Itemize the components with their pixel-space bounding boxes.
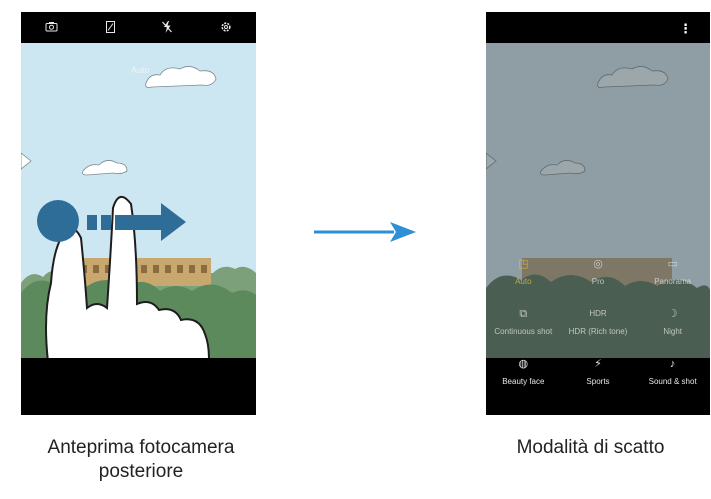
mode-panorama[interactable]: ▭ Panorama <box>635 257 710 302</box>
mode-label: HDR (Rich tone) <box>568 327 628 336</box>
mode-continuous-shot[interactable]: ⧉ Continuous shot <box>486 307 561 352</box>
mode-sound-shot[interactable]: ♪ Sound & shot <box>635 357 710 402</box>
more-options-icon[interactable]: ⋮ <box>679 21 692 37</box>
mode-label: Sound & shot <box>648 377 697 386</box>
shooting-mode-grid: ◳ Auto ◎ Pro ▭ Panorama ⧉ Continuous sho… <box>486 257 710 402</box>
settings-icon[interactable] <box>220 21 232 35</box>
auto-icon: ◳ <box>518 258 529 270</box>
mode-label: Auto <box>515 277 532 286</box>
mode-label: Beauty face <box>502 377 545 386</box>
mode-label: Sports <box>586 377 610 386</box>
beauty-face-icon: ◍ <box>518 358 529 370</box>
mode-night[interactable]: ☽ Night <box>635 307 710 352</box>
pro-icon: ◎ <box>593 258 603 270</box>
night-icon: ☽ <box>667 308 678 320</box>
mode-label: Pro <box>591 277 605 286</box>
mode-pro[interactable]: ◎ Pro <box>561 257 636 302</box>
hdr-icon: HDR <box>589 309 607 318</box>
mode-label: Panorama <box>654 277 692 286</box>
camera-switch-icon[interactable] <box>45 21 58 34</box>
mode-auto[interactable]: ◳ Auto <box>486 257 561 302</box>
rear-camera-preview-screen: Auto <box>21 12 256 415</box>
camera-bottom-bar <box>21 358 256 415</box>
camera-top-bar <box>21 12 256 43</box>
modes-top-bar: ⋮ <box>486 12 710 43</box>
panorama-icon: ▭ <box>667 258 678 270</box>
scene-illustration <box>21 43 256 358</box>
auto-mode-label: Auto <box>131 65 150 75</box>
sound-shot-icon: ♪ <box>669 358 676 370</box>
mode-beauty-face[interactable]: ◍ Beauty face <box>486 357 561 402</box>
flash-off-icon[interactable] <box>162 20 173 35</box>
shooting-modes-screen: ⋮ ◳ Auto ◎ Pro ▭ Panorama ⧉ Continuous s… <box>486 12 710 415</box>
transition-arrow-icon <box>314 222 416 242</box>
shooting-modes-caption: Modalità di scatto <box>516 437 665 458</box>
mode-label: Continuous shot <box>494 327 553 336</box>
mode-label: Night <box>663 327 682 336</box>
camera-viewfinder[interactable]: Auto <box>21 43 256 358</box>
mode-hdr[interactable]: HDR HDR (Rich tone) <box>561 307 636 352</box>
mode-sports[interactable]: ⚡ Sports <box>561 357 636 402</box>
aspect-ratio-icon[interactable] <box>105 20 115 35</box>
rear-camera-preview-caption: Anteprima fotocamera posteriore <box>47 437 235 482</box>
continuous-shot-icon: ⧉ <box>519 308 528 320</box>
sports-icon: ⚡ <box>594 358 602 370</box>
